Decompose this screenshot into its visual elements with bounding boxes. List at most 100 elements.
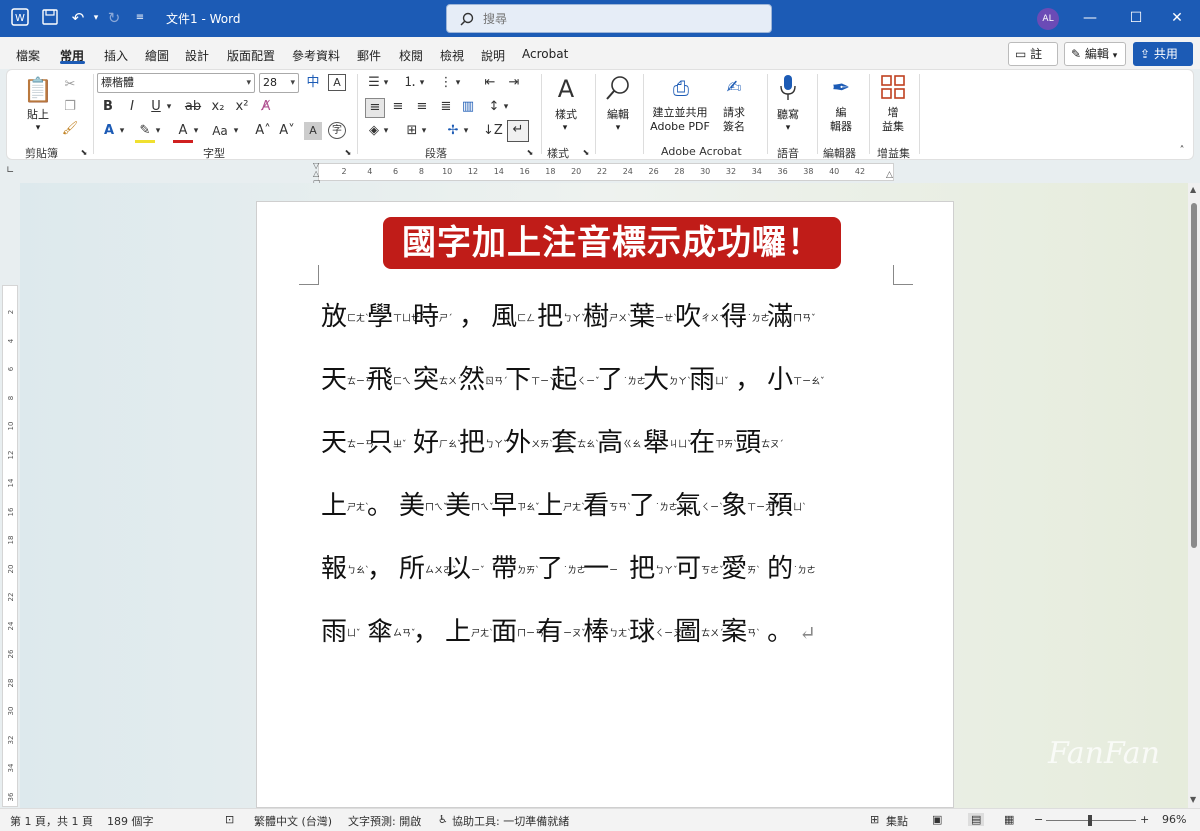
- print-layout-icon[interactable]: ▤: [968, 813, 985, 826]
- chevron-down-icon[interactable]: ▾: [612, 122, 624, 135]
- paste-label[interactable]: 貼上: [21, 108, 55, 121]
- tab-layout[interactable]: 版面配置: [227, 47, 275, 64]
- show-marks-icon[interactable]: ↵: [507, 120, 529, 142]
- font-color-icon[interactable]: A: [173, 122, 193, 143]
- editing-mode-button[interactable]: ✎ 編輯 ▾: [1064, 42, 1126, 66]
- request-sign-label-1[interactable]: 請求: [717, 106, 751, 119]
- find-icon[interactable]: [603, 74, 633, 104]
- scroll-thumb[interactable]: [1191, 203, 1197, 548]
- chevron-down-icon[interactable]: ▾: [417, 74, 427, 92]
- web-layout-icon[interactable]: ▦: [1004, 813, 1014, 826]
- editor-label-1[interactable]: 編: [825, 106, 857, 119]
- character-shading-icon[interactable]: A: [304, 122, 322, 140]
- text-line[interactable]: 報ㄅㄠˋ， 所ㄙㄨㄛˇ以ㄧˇ 帶ㄉㄞˋ了˙ㄌㄜ一ㄧ 把ㄅㄚˇ可ㄎㄜˇ愛ㄞˋ 的˙ㄉㄜ: [321, 548, 816, 592]
- customize-toolbar-icon[interactable]: ≡: [130, 8, 150, 28]
- chevron-down-icon[interactable]: ▾: [453, 74, 463, 92]
- chevron-down-icon[interactable]: ▾: [419, 122, 429, 140]
- decrease-indent-icon[interactable]: ⇤: [481, 74, 499, 92]
- microphone-icon[interactable]: [777, 74, 799, 104]
- tab-file[interactable]: 檔案: [16, 47, 40, 64]
- zoom-slider-knob[interactable]: [1088, 815, 1092, 826]
- read-mode-icon[interactable]: ▣: [932, 813, 942, 826]
- minimize-icon[interactable]: —: [1067, 0, 1113, 37]
- close-icon[interactable]: ✕: [1154, 0, 1200, 37]
- asian-layout-icon[interactable]: ✢: [443, 122, 463, 140]
- text-effects-icon[interactable]: A: [99, 122, 119, 140]
- subscript-icon[interactable]: x₂: [209, 98, 227, 116]
- language-status[interactable]: 繁體中文 (台灣): [254, 813, 332, 829]
- comments-button[interactable]: ▭ 註解: [1008, 42, 1058, 83]
- shrink-font-icon[interactable]: A˅: [277, 122, 297, 140]
- character-border-icon[interactable]: A: [328, 74, 346, 91]
- styles-button-label[interactable]: 樣式: [547, 108, 585, 121]
- sort-icon[interactable]: ↓Z: [483, 122, 503, 140]
- add-ins-icon[interactable]: [879, 74, 907, 104]
- format-painter-icon[interactable]: 🖌: [61, 120, 79, 138]
- chevron-down-icon[interactable]: ▾: [164, 98, 174, 116]
- addins-label-1[interactable]: 增: [877, 106, 909, 119]
- grow-font-icon[interactable]: A˄: [253, 122, 273, 140]
- tab-mailings[interactable]: 郵件: [357, 47, 381, 64]
- collapse-ribbon-icon[interactable]: ˄: [1175, 142, 1189, 160]
- dialog-launcher-icon[interactable]: ⬊: [525, 144, 535, 162]
- proofing-icon[interactable]: ⊡: [225, 813, 234, 826]
- phonetic-guide-icon[interactable]: 中: [304, 74, 322, 92]
- vertical-scrollbar[interactable]: ▲ ▼: [1188, 183, 1200, 808]
- clear-formatting-icon[interactable]: A̸: [257, 98, 275, 116]
- text-prediction-status[interactable]: 文字預測: 開啟: [348, 813, 421, 829]
- zoom-level[interactable]: 96%: [1162, 813, 1186, 826]
- undo-dropdown-icon[interactable]: ▾: [86, 8, 106, 28]
- superscript-icon[interactable]: x²: [233, 98, 251, 116]
- dialog-launcher-icon[interactable]: ⬊: [79, 144, 89, 162]
- dialog-launcher-icon[interactable]: ⬊: [343, 144, 353, 162]
- text-line[interactable]: 雨ㄩˇ 傘ㄙㄢˇ， 上ㄕㄤˋ面ㄇㄧㄢˋ有ㄧㄡˇ棒ㄅㄤˋ球ㄑㄧㄡˊ圖ㄊㄨˊ案ㄢˋ 。 ↵: [321, 611, 816, 655]
- zoom-slider[interactable]: [1046, 815, 1136, 826]
- search-input[interactable]: [483, 9, 753, 29]
- undo-icon[interactable]: ↶: [68, 8, 88, 28]
- tab-acrobat[interactable]: Acrobat: [522, 47, 568, 61]
- tab-selector-icon[interactable]: ∟: [6, 165, 14, 176]
- request-sign-label-2[interactable]: 簽名: [717, 120, 751, 133]
- tab-draw[interactable]: 繪圖: [145, 47, 169, 64]
- font-name-select[interactable]: 標楷體 ▾: [97, 73, 255, 93]
- scroll-up-icon[interactable]: ▲: [1190, 185, 1196, 194]
- chevron-down-icon[interactable]: ▾: [381, 74, 391, 92]
- justify-icon[interactable]: ≣: [437, 98, 455, 116]
- highlight-icon[interactable]: ✎: [135, 122, 155, 143]
- right-indent-icon[interactable]: △: [886, 170, 893, 180]
- chevron-down-icon[interactable]: ▾: [32, 122, 44, 135]
- request-signature-icon[interactable]: ✍: [721, 76, 747, 100]
- enclose-characters-icon[interactable]: 字: [328, 122, 346, 139]
- avatar[interactable]: AL: [1037, 8, 1059, 30]
- tab-review[interactable]: 校閱: [399, 47, 423, 64]
- tab-insert[interactable]: 插入: [104, 47, 128, 64]
- chevron-down-icon[interactable]: ▾: [381, 122, 391, 140]
- align-center-icon[interactable]: ≡: [389, 98, 407, 116]
- word-count[interactable]: 189 個字: [107, 813, 154, 829]
- font-size-select[interactable]: 28 ▾: [259, 73, 299, 93]
- bold-icon[interactable]: B: [99, 98, 117, 116]
- tab-design[interactable]: 設計: [185, 47, 209, 64]
- create-pdf-icon[interactable]: ⎙: [669, 76, 693, 100]
- editor-label-2[interactable]: 輯器: [825, 120, 857, 133]
- scroll-down-icon[interactable]: ▼: [1190, 795, 1196, 804]
- search-box[interactable]: [446, 4, 772, 33]
- redo-icon[interactable]: ↻: [104, 8, 124, 28]
- zoom-in-icon[interactable]: +: [1140, 813, 1149, 826]
- text-line[interactable]: 上ㄕㄤˋ。 美ㄇㄟˇ美ㄇㄟˇ早ㄗㄠˇ上ㄕㄤˋ看ㄎㄢˋ了˙ㄌㄜ氣ㄑㄧˋ象ㄒㄧㄤˋ預ㄩ…: [321, 485, 813, 529]
- tab-help[interactable]: 說明: [481, 47, 505, 64]
- document-page[interactable]: 國字加上注音標示成功囉！ 放ㄈㄤˋ學ㄒㄩㄝˊ時ㄕˊ，風ㄈㄥ把ㄅㄚˇ樹ㄕㄨˋ葉ㄧㄝ…: [256, 201, 954, 808]
- chevron-down-icon[interactable]: ▾: [231, 122, 241, 140]
- chevron-down-icon[interactable]: ▾: [782, 122, 794, 135]
- addins-label-2[interactable]: 益集: [877, 120, 909, 133]
- focus-label[interactable]: 集點: [886, 813, 908, 829]
- chevron-down-icon[interactable]: ▾: [191, 122, 201, 140]
- tab-references[interactable]: 參考資料: [292, 47, 340, 64]
- editor-icon[interactable]: ✒: [827, 74, 855, 104]
- tab-view[interactable]: 檢視: [440, 47, 464, 64]
- increase-indent-icon[interactable]: ⇥: [505, 74, 523, 92]
- align-left-icon[interactable]: ≡: [365, 98, 385, 118]
- chevron-down-icon[interactable]: ▾: [117, 122, 127, 140]
- accessibility-status[interactable]: 協助工具: 一切準備就緒: [452, 813, 569, 829]
- align-right-icon[interactable]: ≡: [413, 98, 431, 116]
